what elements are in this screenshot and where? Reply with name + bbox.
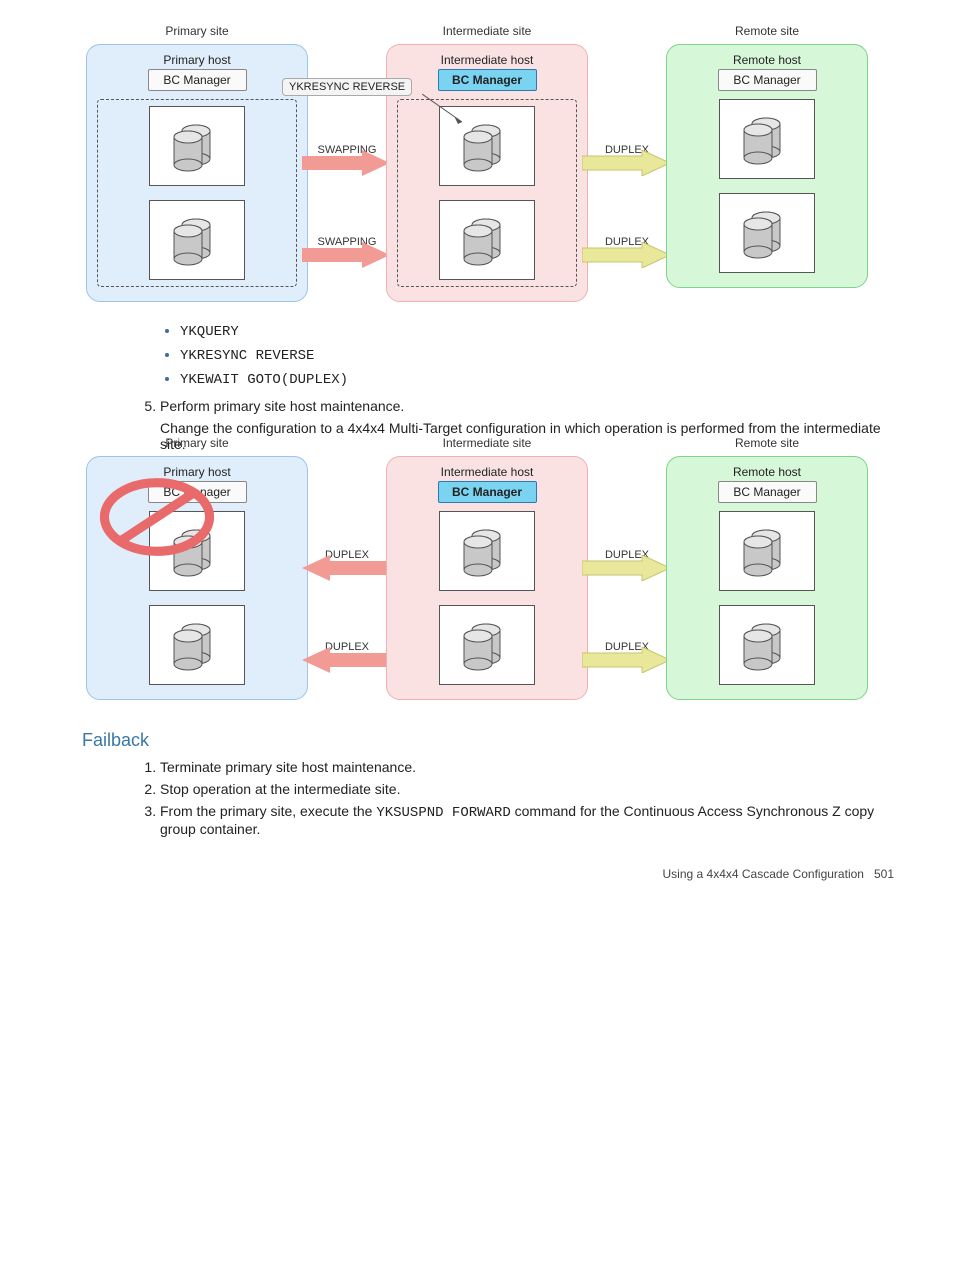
remote-volume-1b (719, 511, 815, 591)
failback-step-3-cmd: YKSUSPND FORWARD (376, 805, 510, 821)
command-item: YKEWAIT GOTO(DUPLEX) (180, 370, 894, 388)
intermediate-bcm-2: BC Manager (438, 481, 537, 503)
dashed-copy-group (97, 99, 297, 287)
intermediate-bcm: BC Manager (438, 69, 537, 91)
failback-step-1: Terminate primary site host maintenance. (160, 759, 894, 775)
intermediate-volume-2b (439, 605, 535, 685)
intermediate-site-label-2: Intermediate site (382, 436, 592, 450)
remote-site-label-2: Remote site (662, 436, 872, 450)
arrows-intermediate-remote: DUPLEX DUPLEX (592, 50, 662, 302)
command-list: YKQUERY YKRESYNC REVERSE YKEWAIT GOTO(DU… (180, 322, 894, 388)
primary-bcm: BC Manager (148, 69, 247, 91)
primary-volume-1 (149, 106, 245, 186)
remote-bcm: BC Manager (718, 69, 817, 91)
intermediate-site-label: Intermediate site (382, 24, 592, 38)
remote-volume-2b (719, 605, 815, 685)
remote-host-label-2: Remote host (677, 465, 857, 479)
callout-ykresync: YKRESYNC REVERSE (282, 78, 412, 96)
intermediate-volume-1b (439, 511, 535, 591)
remote-site-label: Remote site (662, 24, 872, 38)
remote-volume-2 (719, 193, 815, 273)
page-footer: Using a 4x4x4 Cascade Configuration 501 (60, 867, 894, 881)
failback-step-3: From the primary site, execute the YKSUS… (160, 803, 894, 837)
remote-site-2: Remote host BC Manager (666, 456, 868, 700)
remote-site: Remote host BC Manager (666, 44, 868, 288)
primary-site-label: Primary site (82, 24, 312, 38)
intermediate-host-label-2: Intermediate host (397, 465, 577, 479)
command-item: YKQUERY (180, 322, 894, 340)
arrows-intermediate-remote-2: DUPLEX DUPLEX (592, 462, 662, 700)
step-5-title: Perform primary site host maintenance. (160, 398, 404, 414)
primary-site: Primary host BC Manager (86, 44, 308, 302)
footer-text: Using a 4x4x4 Cascade Configuration (663, 867, 864, 881)
remote-bcm-2: BC Manager (718, 481, 817, 503)
primary-host-label: Primary host (97, 53, 297, 67)
primary-site-2: Primary host BC Manager (86, 456, 308, 700)
intermediate-host-label: Intermediate host (397, 53, 577, 67)
callout-arrow-line (422, 94, 472, 124)
intermediate-site-2: Intermediate host BC Manager (386, 456, 588, 700)
footer-page: 501 (874, 867, 894, 881)
diagram-multitarget: Primary site Primary host BC Manager DUP… (60, 462, 894, 700)
primary-volume-1b (149, 511, 245, 591)
failback-steps: Terminate primary site host maintenance.… (160, 759, 894, 837)
failback-step-3-prefix: From the primary site, execute the (160, 803, 376, 819)
primary-volume-2 (149, 200, 245, 280)
remote-volume-1 (719, 99, 815, 179)
primary-host-label-2: Primary host (97, 465, 297, 479)
intermediate-site: Intermediate host BC Manager (386, 44, 588, 302)
primary-volume-2b (149, 605, 245, 685)
primary-site-label-2: Primary site (82, 436, 312, 450)
dashed-copy-group-2 (397, 99, 577, 287)
intermediate-volume-2 (439, 200, 535, 280)
remote-host-label: Remote host (677, 53, 857, 67)
command-item: YKRESYNC REVERSE (180, 346, 894, 364)
diagram-failover: YKRESYNC REVERSE Primary site Primary ho… (60, 50, 894, 302)
failback-heading: Failback (82, 730, 894, 751)
primary-bcm-2: BC Manager (148, 481, 247, 503)
failback-step-2: Stop operation at the intermediate site. (160, 781, 894, 797)
arrows-intermediate-primary: DUPLEX DUPLEX (312, 462, 382, 700)
